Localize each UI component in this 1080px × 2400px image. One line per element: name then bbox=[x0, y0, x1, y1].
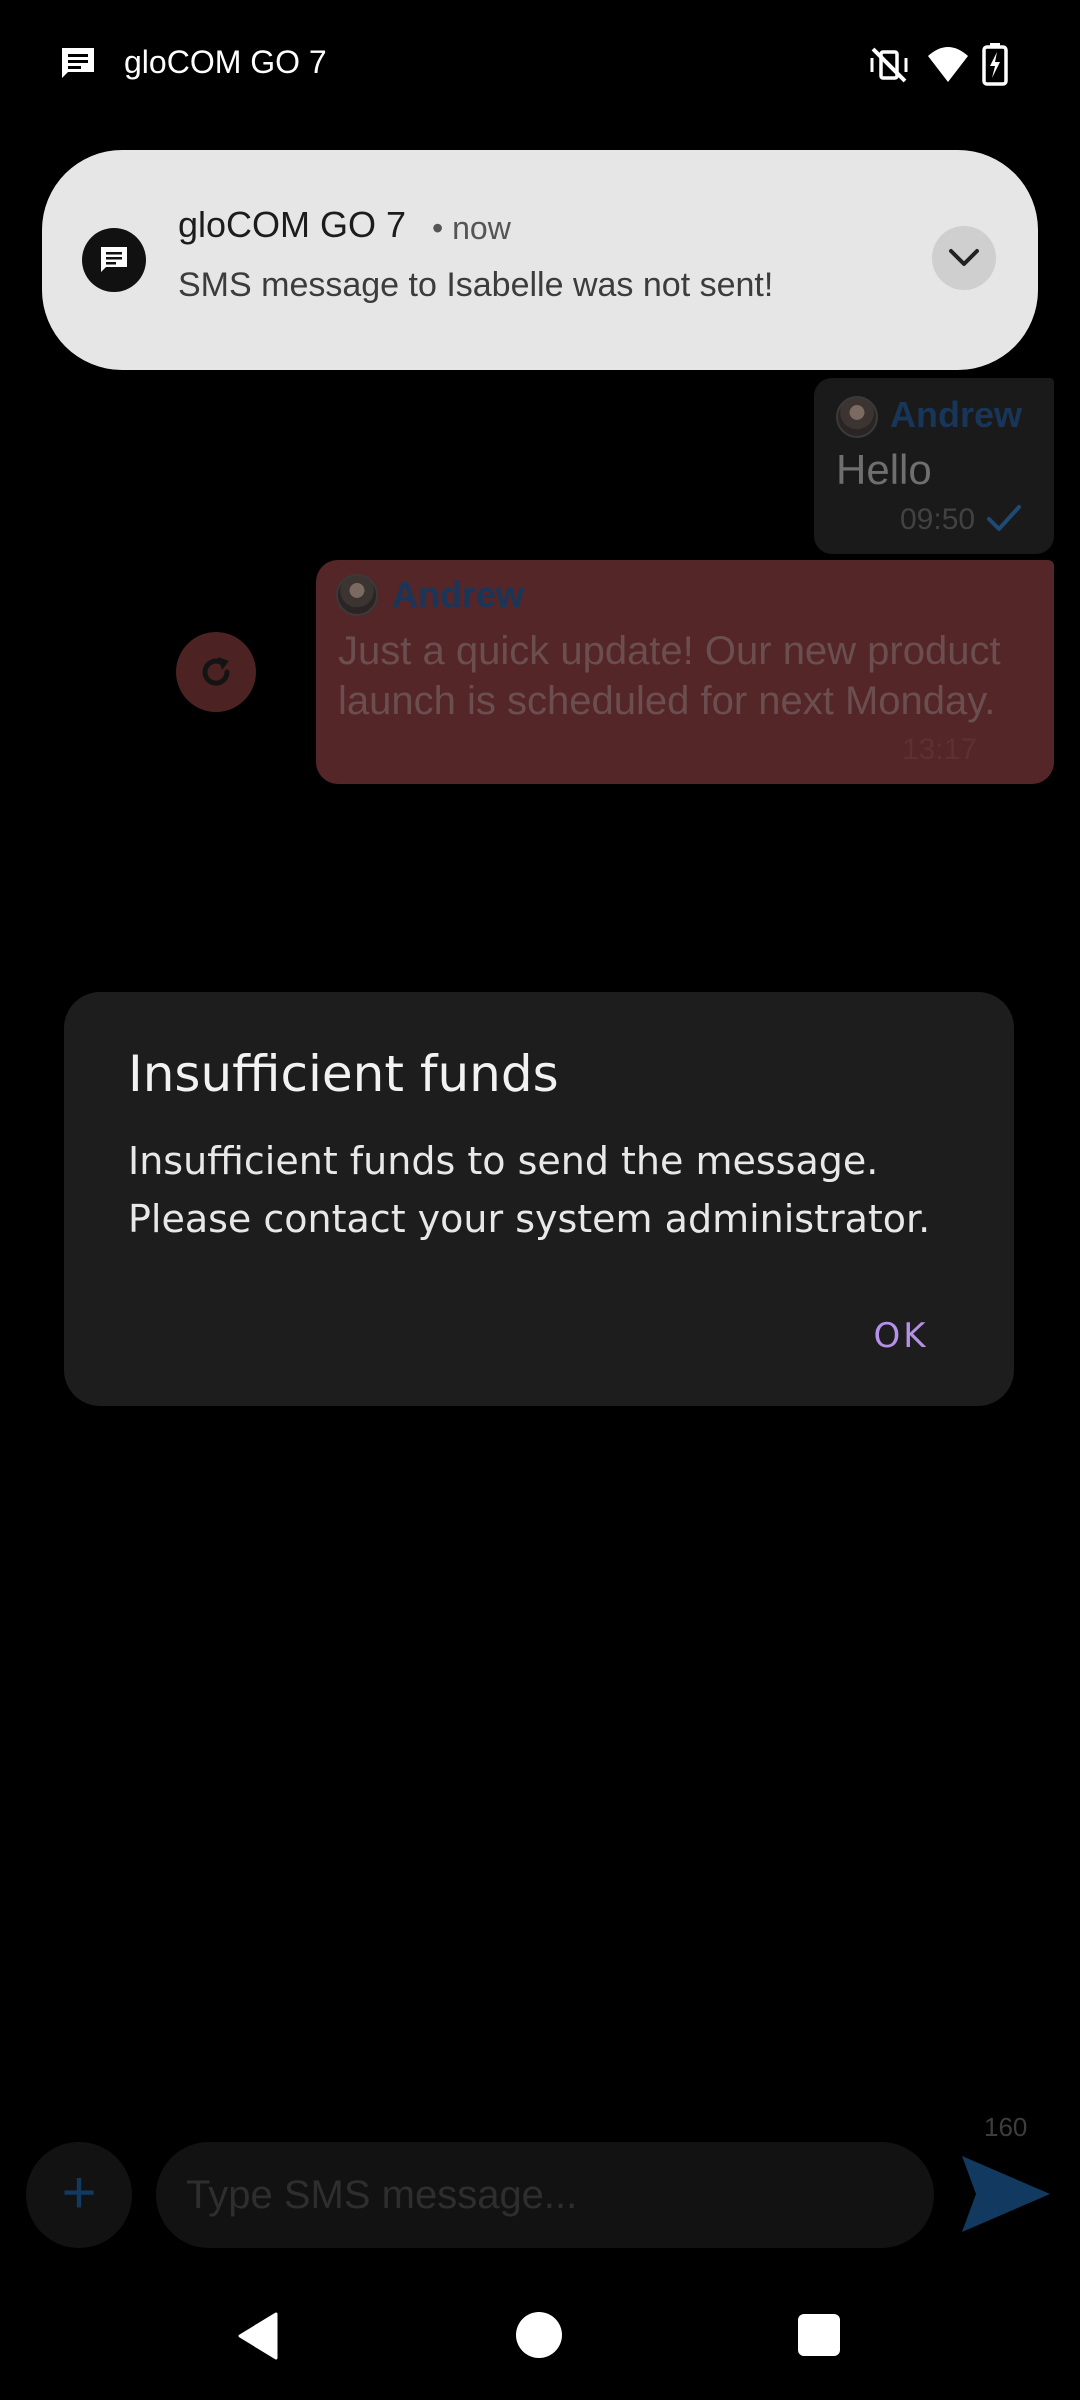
message-icon bbox=[62, 48, 94, 78]
status-bar: gloCOM GO 7 bbox=[0, 0, 1080, 128]
notification-time: • now bbox=[432, 210, 511, 246]
recents-button[interactable] bbox=[798, 2314, 840, 2356]
wifi-icon bbox=[928, 47, 968, 82]
home-button[interactable] bbox=[516, 2312, 562, 2358]
notification-body: SMS message to Isabelle was not sent! bbox=[178, 266, 774, 304]
plus-icon: + bbox=[61, 2159, 97, 2226]
avatar bbox=[336, 574, 378, 616]
notification-expand-button[interactable] bbox=[932, 226, 996, 290]
notification-card[interactable]: gloCOM GO 7 • now SMS message to Isabell… bbox=[42, 150, 1038, 370]
retry-send-button[interactable] bbox=[176, 632, 256, 712]
dialog-message: Insufficient funds to send the message. … bbox=[128, 1139, 931, 1241]
char-counter: 160 bbox=[984, 2112, 1028, 2142]
vibrate-off-icon bbox=[870, 47, 908, 83]
add-attachment-button[interactable]: + bbox=[26, 2142, 132, 2248]
message-text: Just a quick update! Our new product lau… bbox=[338, 629, 1001, 723]
ok-button[interactable]: OK bbox=[846, 1306, 956, 1366]
message-bubble-failed[interactable]: Andrew Just a quick update! Our new prod… bbox=[316, 560, 1054, 784]
dialog-title: Insufficient funds bbox=[128, 1045, 559, 1103]
message-text: Hello bbox=[836, 446, 932, 493]
message-sender: Andrew bbox=[890, 394, 1023, 435]
insufficient-funds-dialog: Insufficient funds Insufficient funds to… bbox=[64, 992, 1014, 1406]
refresh-icon bbox=[202, 657, 230, 686]
avatar bbox=[836, 396, 878, 438]
notification-app-name: gloCOM GO 7 bbox=[178, 204, 407, 245]
message-time: 09:50 bbox=[900, 503, 976, 536]
sms-message-input[interactable] bbox=[156, 2142, 934, 2248]
send-icon[interactable] bbox=[958, 2150, 1054, 2238]
message-icon bbox=[101, 247, 127, 272]
battery-charging-icon bbox=[982, 43, 1008, 86]
notification-app-icon bbox=[82, 228, 146, 292]
chevron-down-icon bbox=[949, 249, 979, 266]
back-icon[interactable] bbox=[236, 2312, 280, 2360]
message-bubble[interactable]: Andrew Hello 09:50 bbox=[814, 378, 1054, 554]
message-time: 13:17 bbox=[902, 733, 978, 766]
check-icon bbox=[987, 505, 1021, 531]
message-sender: Andrew bbox=[392, 574, 525, 615]
status-app-title: gloCOM GO 7 bbox=[124, 44, 327, 80]
